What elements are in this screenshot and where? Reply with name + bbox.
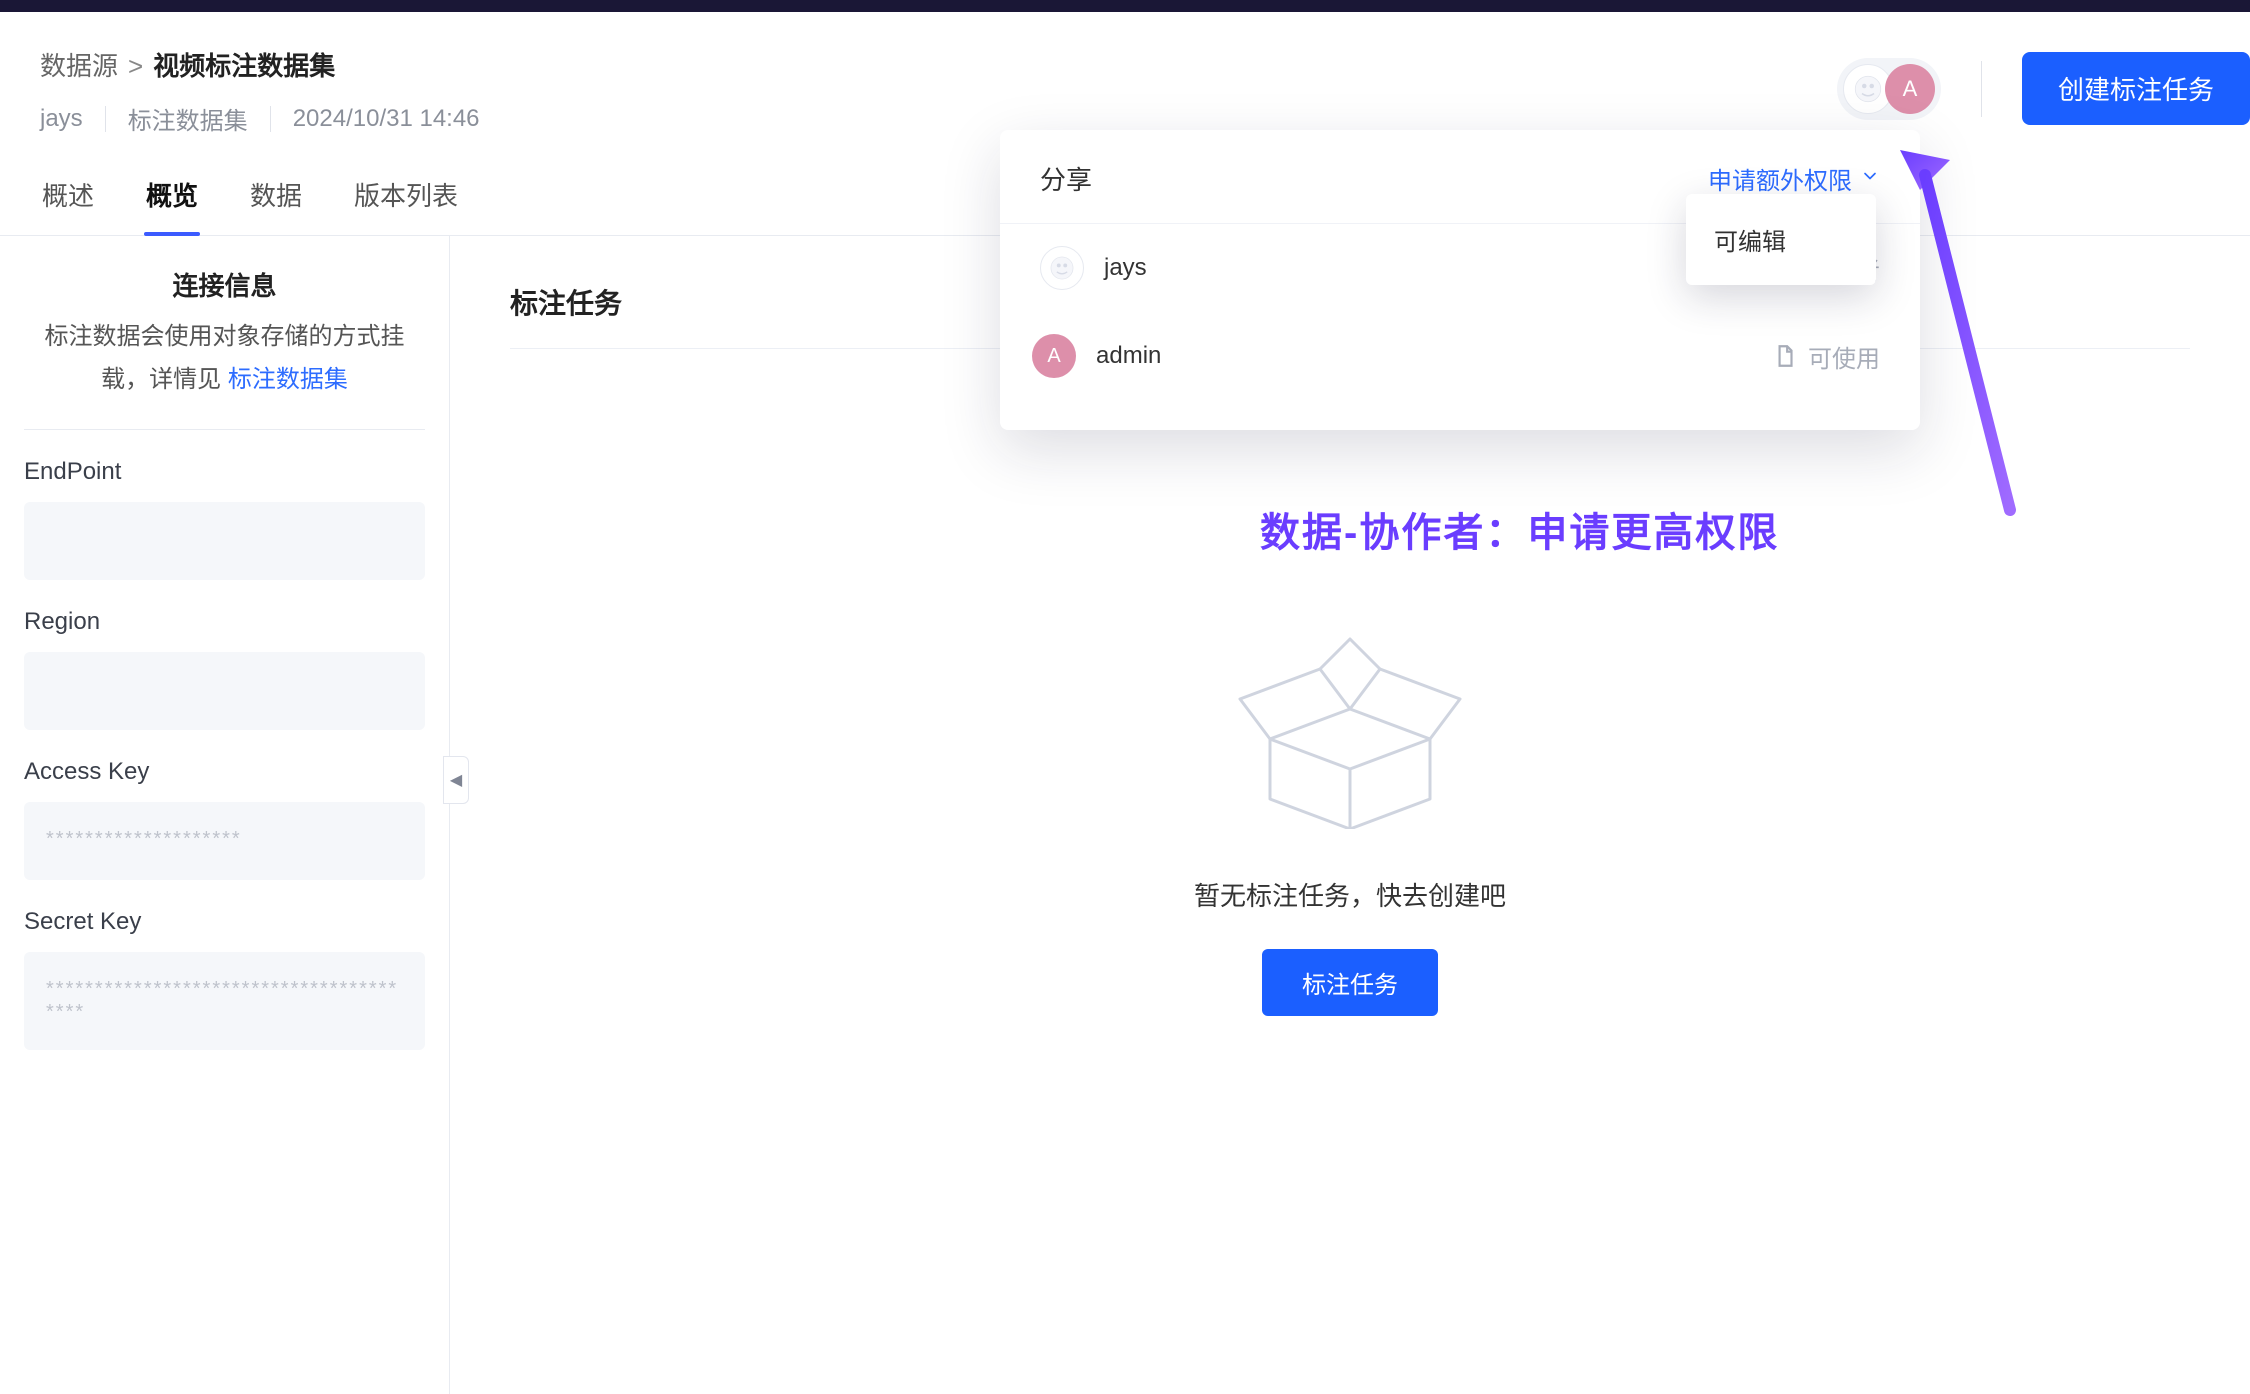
region-label: Region: [24, 608, 425, 636]
page-header: 数据源 > 视频标注数据集 jays 标注数据集 2024/10/31 14:4…: [0, 12, 2250, 136]
chevron-down-icon: [1860, 165, 1880, 193]
access-key-label: Access Key: [24, 758, 425, 786]
tab-data[interactable]: 数据: [248, 176, 304, 235]
secret-key-label: Secret Key: [24, 908, 425, 936]
tab-overview-desc[interactable]: 概述: [40, 176, 96, 235]
share-row-admin: A admin 可使用: [1000, 312, 1920, 400]
access-key-value[interactable]: ********************: [24, 802, 425, 880]
breadcrumb-root[interactable]: 数据源: [40, 46, 118, 83]
endpoint-label: EndPoint: [24, 458, 425, 486]
share-user-name: jays: [1104, 254, 1147, 282]
meta-separator: [105, 106, 106, 132]
create-task-button[interactable]: 创建标注任务: [2022, 52, 2250, 125]
region-value[interactable]: [24, 652, 425, 730]
empty-text: 暂无标注任务，快去创建吧: [1194, 876, 1506, 913]
permission-option-editable[interactable]: 可编辑: [1686, 204, 1876, 275]
sidebar-desc-link[interactable]: 标注数据集: [228, 366, 348, 393]
breadcrumb-current: 视频标注数据集: [153, 46, 335, 83]
empty-state: 暂无标注任务，快去创建吧 标注任务: [510, 629, 2190, 1016]
apply-extra-permission[interactable]: 申请额外权限: [1708, 161, 1880, 196]
empty-box-icon: [1210, 629, 1490, 834]
avatar-admin-small: A: [1032, 334, 1076, 378]
avatar-admin: A: [1885, 64, 1935, 114]
secret-key-value[interactable]: ****************************************: [24, 952, 425, 1050]
annotation-callout: 数据-协作者：申请更高权限: [1260, 500, 1779, 558]
share-role-label: 可使用: [1808, 339, 1880, 374]
tab-overview[interactable]: 概览: [144, 176, 200, 235]
breadcrumb-separator: >: [128, 51, 143, 82]
avatar-jays-small: [1040, 246, 1084, 290]
sidebar-desc-text: 标注数据会使用对象存储的方式挂载，详情见: [45, 323, 405, 393]
sidebar-description: 标注数据会使用对象存储的方式挂载，详情见 标注数据集: [24, 315, 425, 401]
collaborator-avatars[interactable]: A: [1837, 58, 1941, 120]
empty-create-task-button[interactable]: 标注任务: [1262, 949, 1438, 1016]
share-role-use[interactable]: 可使用: [1772, 339, 1880, 374]
document-icon: [1772, 343, 1798, 369]
tab-versions[interactable]: 版本列表: [352, 176, 460, 235]
share-user-name: admin: [1096, 342, 1161, 370]
sidebar-fields: EndPoint Region Access Key *************…: [24, 429, 425, 1050]
share-user: A admin: [1040, 334, 1161, 378]
app-topbar: [0, 0, 2250, 12]
share-title: 分享: [1040, 160, 1092, 197]
sidebar: 连接信息 标注数据会使用对象存储的方式挂载，详情见 标注数据集 EndPoint…: [0, 236, 450, 1394]
permission-dropdown: 可编辑: [1686, 194, 1876, 285]
share-user: jays: [1040, 246, 1147, 290]
annotation-arrow-icon: [1900, 150, 2030, 555]
meta-timestamp: 2024/10/31 14:46: [293, 105, 480, 133]
header-right: A 创建标注任务: [1837, 52, 2250, 125]
apply-extra-permission-label: 申请额外权限: [1708, 161, 1852, 196]
sidebar-title: 连接信息: [24, 266, 425, 303]
meta-owner: jays: [40, 105, 83, 133]
meta-separator: [270, 106, 271, 132]
header-divider: [1981, 61, 1982, 117]
endpoint-value[interactable]: [24, 502, 425, 580]
meta-type: 标注数据集: [128, 101, 248, 136]
